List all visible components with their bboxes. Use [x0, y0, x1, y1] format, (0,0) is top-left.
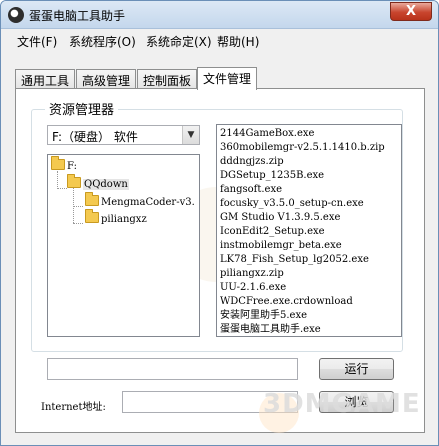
run-command-input[interactable]: [47, 358, 298, 380]
internet-address-label: Internet地址:: [41, 402, 106, 413]
title-bar: 蛋蛋电脑工具助手 X: [1, 1, 438, 29]
run-button[interactable]: 运行: [319, 358, 394, 380]
tree-node-root[interactable]: F:: [51, 156, 77, 172]
folder-icon: [51, 156, 65, 170]
folder-icon: [85, 209, 99, 223]
file-list-item[interactable]: instmobilemgr_beta.exe: [220, 240, 342, 252]
resource-manager-title: 资源管理器: [45, 99, 119, 118]
file-list-item[interactable]: 安装阿里助手5.exe: [220, 310, 307, 322]
file-list-item[interactable]: WDCFree.exe.crdownload: [220, 296, 353, 308]
folder-icon: [85, 192, 99, 206]
tab-advanced-management[interactable]: 高级管理: [76, 69, 137, 89]
chevron-down-icon[interactable]: ▼: [182, 126, 199, 144]
file-list-item[interactable]: fangsoft.exe: [220, 184, 282, 196]
tree-connector: [73, 187, 74, 223]
file-list-item[interactable]: UU-2.1.6.exe: [220, 282, 286, 294]
file-list-item[interactable]: IconEdit2_Setup.exe: [220, 226, 325, 238]
file-list[interactable]: 2144GameBox.exe 360mobilemgr-v2.5.1.1410…: [216, 124, 402, 337]
tree-node-piliangxz[interactable]: piliangxz: [85, 209, 147, 225]
file-list-item[interactable]: GM Studio V1.3.9.5.exe: [220, 212, 340, 224]
tree-node-label: MengmaCoder-v3.: [101, 197, 195, 208]
app-logo-icon: [8, 7, 24, 23]
menu-system-commands[interactable]: 系统命定(X): [146, 33, 212, 50]
folder-open-icon: [67, 174, 81, 188]
tree-connector: [57, 171, 58, 189]
drive-select[interactable]: F:（硬盘） 软件 ▼: [47, 125, 200, 145]
file-list-item[interactable]: LK78_Fish_Setup_lg2052.exe: [220, 254, 369, 266]
main-window: 蛋蛋电脑工具助手 X 文件(F) 系统程序(O) 系统命定(X) 帮助(H) 通…: [0, 0, 439, 446]
file-list-item[interactable]: 蛋蛋电脑工具助手.exe: [220, 324, 321, 336]
file-list-item[interactable]: 2144GameBox.exe: [220, 128, 314, 140]
watermark-text: 3DMGAME: [263, 389, 421, 419]
tree-connector: [57, 188, 67, 189]
menu-bar: 文件(F) 系统程序(O) 系统命定(X) 帮助(H): [1, 30, 438, 50]
tree-node-mengmacoder[interactable]: MengmaCoder-v3.: [85, 192, 195, 208]
file-list-item[interactable]: focusky_v3.5.0_setup-cn.exe: [220, 198, 364, 210]
file-list-item[interactable]: dddngjzs.zip: [220, 156, 284, 168]
tree-node-label: piliangxz: [101, 214, 147, 225]
file-list-item[interactable]: 360mobilemgr-v2.5.1.1410.b.zip: [220, 142, 385, 154]
tree-connector: [73, 223, 83, 224]
tree-node-qqdown[interactable]: QQdown: [67, 174, 129, 190]
drive-select-value: F:（硬盘） 软件: [52, 130, 138, 144]
close-button[interactable]: X: [390, 2, 432, 21]
tree-node-label: QQdown: [83, 179, 129, 190]
file-list-item[interactable]: DGSetup_1235B.exe: [220, 170, 324, 182]
tab-control-panel[interactable]: 控制面板: [137, 69, 198, 89]
folder-tree[interactable]: F: QQdown MengmaCoder-v3. piliangxz: [47, 154, 200, 337]
tab-general-tools[interactable]: 通用工具: [15, 69, 76, 89]
tree-connector: [73, 206, 83, 207]
tab-file-management[interactable]: 文件管理: [197, 67, 258, 90]
menu-system-programs[interactable]: 系统程序(O): [69, 33, 136, 50]
menu-file[interactable]: 文件(F): [17, 33, 57, 50]
close-icon: X: [405, 4, 417, 19]
file-list-item[interactable]: piliangxz.zip: [220, 268, 284, 280]
menu-help[interactable]: 帮助(H): [217, 33, 259, 50]
window-title: 蛋蛋电脑工具助手: [29, 9, 126, 23]
tree-node-label: F:: [67, 161, 77, 172]
